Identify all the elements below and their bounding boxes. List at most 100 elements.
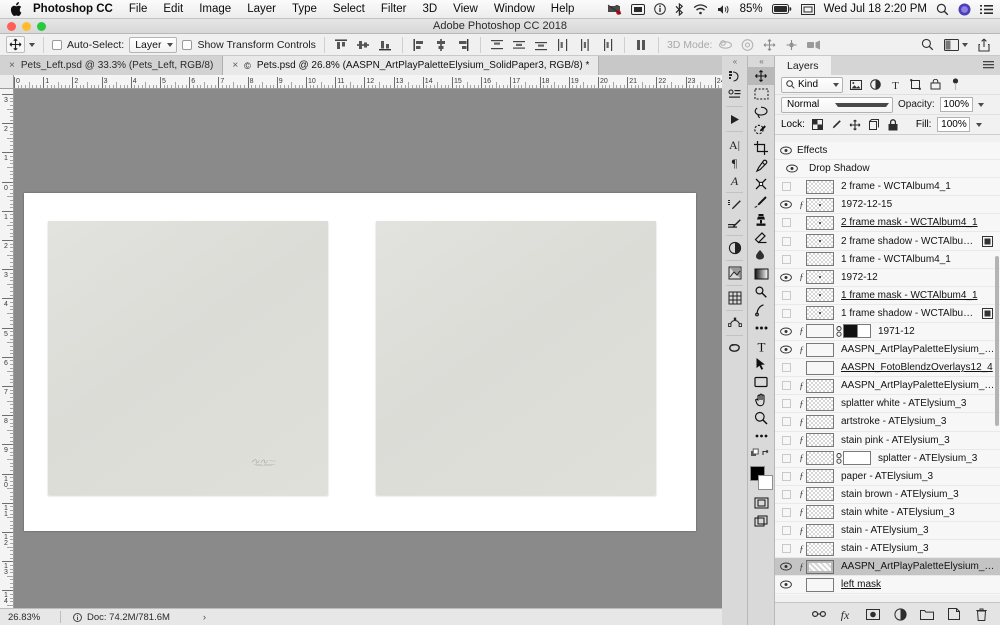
new-adjustment-layer-button[interactable] [893,607,907,621]
slide-3d-button[interactable] [783,36,800,53]
active-tool-well[interactable] [6,36,35,53]
layer-row[interactable]: left mask [775,576,1000,595]
filter-enable-toggle[interactable] [948,77,963,92]
vertical-ruler[interactable]: 321012345678910111213141 [0,89,14,608]
zoom-level-field[interactable]: 26.83% [0,612,60,623]
layer-thumbnail[interactable] [806,505,834,520]
color-swatches[interactable] [748,466,774,494]
fill-value-field[interactable]: 100% [937,117,971,132]
eye-hidden-icon[interactable] [775,413,797,430]
auto-select-scope-dropdown[interactable]: Layer [129,36,178,53]
right-photo-frame[interactable] [376,221,656,495]
notification-center-icon[interactable] [980,4,993,15]
eye-hidden-icon[interactable] [775,251,797,268]
mask-link-icon[interactable] [834,326,843,337]
layer-thumbnail[interactable] [806,197,834,212]
delete-layer-button[interactable] [974,607,988,621]
new-layer-button[interactable] [947,607,961,621]
layer-row[interactable]: ƒ stain white - ATElysium_3 [775,503,1000,522]
default-colors-and-swap-icon[interactable] [748,445,774,463]
volume-icon[interactable] [717,4,731,15]
distribute-right-edges-button[interactable] [599,36,616,53]
distribute-spacing-button[interactable] [633,36,650,53]
scale-3d-button[interactable] [805,36,822,53]
menu-clock[interactable]: Wed Jul 18 2:20 PM [824,3,927,15]
adjustment-layer-filter-icon[interactable] [868,77,883,92]
layer-thumbnail[interactable] [806,342,834,357]
eye-hidden-icon[interactable] [775,486,797,503]
link-layers-button[interactable] [812,607,826,621]
auto-select-checkbox[interactable] [52,39,62,50]
distribute-top-edges-button[interactable] [489,36,506,53]
tool-preset-chevron-icon[interactable] [29,42,35,47]
eye-hidden-icon[interactable] [775,522,797,539]
brush-preset-tool-icon[interactable] [722,196,747,214]
collapse-panel-icon[interactable]: « [722,56,747,67]
eye-icon[interactable] [775,323,797,340]
paths-tool-icon[interactable] [722,314,747,332]
apple-icon[interactable] [0,2,33,16]
eye-hidden-icon[interactable] [775,450,797,467]
lock-all-button[interactable] [887,118,900,131]
adjustments-tool-icon[interactable] [722,239,747,257]
layer-row[interactable]: AASPN_FotoBlendzOverlays12_4 [775,359,1000,378]
display-icon[interactable] [630,3,645,15]
quick-mask-mode-icon[interactable] [748,494,774,512]
canvas-viewport[interactable] [14,89,722,608]
background-color-swatch[interactable] [758,475,773,490]
eye-hidden-icon[interactable] [775,468,797,485]
layer-thumbnail[interactable] [806,270,834,285]
menu-filter[interactable]: Filter [373,3,415,15]
layer-row[interactable]: ƒ paper - ATElysium_3 [775,467,1000,486]
battery-icon[interactable] [771,4,792,14]
lock-image-pixels-button[interactable] [830,118,843,131]
panel-menu-icon[interactable] [983,61,994,70]
healing-brush-tool-icon[interactable] [748,175,774,193]
menu-window[interactable]: Window [486,3,543,15]
eye-icon[interactable] [775,269,797,286]
roll-3d-button[interactable] [739,36,756,53]
layer-thumbnail[interactable] [806,215,834,230]
shape-layer-filter-icon[interactable] [908,77,923,92]
eye-hidden-icon[interactable] [775,432,797,449]
layer-thumbnail[interactable] [806,234,834,249]
search-icon[interactable] [921,38,934,51]
menu-layer[interactable]: Layer [239,3,284,15]
play-action-tool-icon[interactable] [722,110,747,128]
quick-selection-tool-icon[interactable] [748,121,774,139]
layer-row[interactable]: ƒ AASPN_ArtPlayPaletteElysium_SolidPape..… [775,558,1000,577]
workspace-switcher[interactable] [944,38,968,51]
align-left-edges-button[interactable] [411,36,428,53]
mask-link-icon[interactable] [834,452,843,464]
drop-shadow-effect-row[interactable]: Drop Shadow [775,160,1000,179]
layer-mask-thumbnail[interactable] [843,324,871,339]
layer-row[interactable]: 2 frame shadow - WCTAlbum4_1 [775,232,1000,251]
pen-tool-icon[interactable] [748,301,774,319]
align-right-edges-button[interactable] [455,36,472,53]
type-tool-icon[interactable]: T [748,337,774,355]
show-transform-controls-checkbox[interactable] [182,39,193,50]
pattern-tool-icon[interactable] [722,289,747,307]
align-bottom-edges-button[interactable] [377,36,394,53]
layer-row[interactable]: ƒ stain pink - ATElysium_3 [775,431,1000,450]
distribute-bottom-edges-button[interactable] [533,36,550,53]
share-icon[interactable] [978,38,990,52]
close-icon[interactable]: × [9,60,15,71]
layer-row[interactable]: ƒ stain - ATElysium_3 [775,540,1000,559]
layer-thumbnail[interactable] [806,360,834,375]
distribute-left-edges-button[interactable] [555,36,572,53]
eraser-tool-icon[interactable] [748,229,774,247]
layer-thumbnail[interactable] [806,414,834,429]
eye-hidden-icon[interactable] [775,287,797,304]
layer-thumbnail[interactable] [806,396,834,411]
camera-off-icon[interactable] [607,4,622,15]
align-vertical-centers-button[interactable] [355,36,372,53]
layer-thumbnail[interactable] [806,451,834,466]
eye-hidden-icon[interactable] [775,395,797,412]
align-horizontal-centers-button[interactable] [433,36,450,53]
close-button[interactable] [7,22,16,31]
eye-icon[interactable] [775,594,797,595]
pan-3d-button[interactable] [761,36,778,53]
brush-settings-tool-icon[interactable] [722,214,747,232]
eye-icon[interactable] [775,196,797,213]
